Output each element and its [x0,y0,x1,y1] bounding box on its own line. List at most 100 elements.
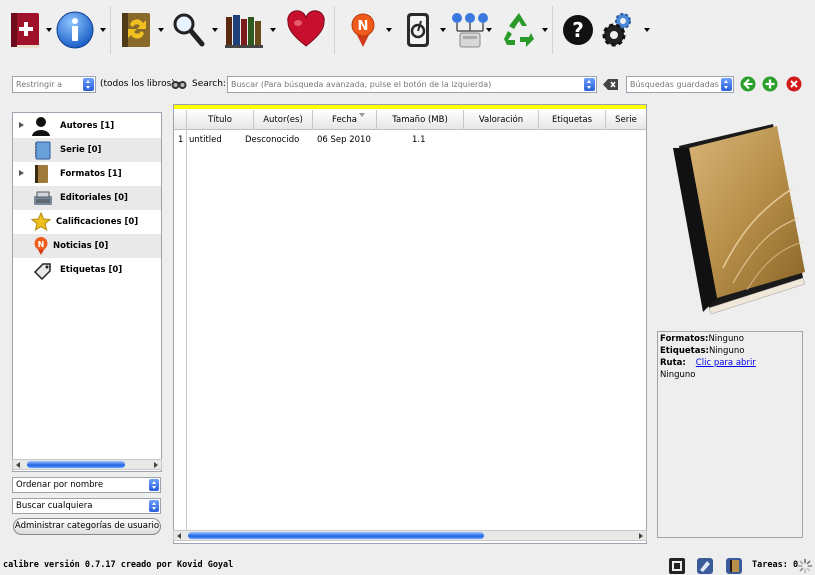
scrollbar-thumb[interactable] [27,461,125,468]
column-header-series[interactable]: Serie [606,110,646,130]
match-mode-select[interactable]: Buscar cualquiera [12,498,161,514]
column-header-tags[interactable]: Etiquetas [539,110,606,130]
sort-indicator-icon [359,113,365,117]
restrict-to-placeholder: Restringir a [16,80,63,89]
fetch-news-button[interactable]: N [341,6,385,54]
book-list: Título Autor(es) Fecha Tamaño (MB) Valor… [173,104,647,544]
help-button[interactable]: ? [556,6,600,54]
column-header-title[interactable]: Título [187,110,254,130]
scrollbar-thumb[interactable] [188,532,484,539]
card-view-button[interactable] [725,557,743,575]
news-icon: N [351,13,375,47]
edit-metadata-menu-arrow[interactable] [100,28,106,32]
tag-category-ratings[interactable]: Calificaciones [0] [13,210,161,234]
add-books-menu-arrow[interactable] [46,28,52,32]
gears-icon [602,13,631,47]
scroll-left-icon[interactable] [16,462,20,468]
manage-user-categories-button[interactable]: Administrar categorías de usuario [13,518,161,535]
tag-category-publishers[interactable]: Editoriales [0] [13,186,161,210]
device-view-button[interactable] [696,557,714,575]
spin-arrows-icon [149,500,159,512]
cell-title[interactable]: untitled [189,132,222,148]
jobs-spinner[interactable] [797,558,813,574]
save-search-button[interactable] [762,76,778,92]
book-cover[interactable] [663,118,809,323]
toolbar-separator [334,6,335,54]
spin-arrows-icon [149,479,159,491]
run-saved-search-button[interactable] [740,76,756,92]
clear-search-button[interactable] [603,78,619,91]
preferences-menu-arrow[interactable] [644,28,650,32]
column-header-date[interactable]: Fecha [313,110,377,130]
star-icon [31,212,51,232]
saved-searches-select[interactable]: Búsquedas guardadas [626,76,734,93]
connect-share-menu-arrow[interactable] [486,28,492,32]
scroll-left-icon[interactable] [177,533,181,539]
main-toolbar: N ? [0,0,815,62]
open-path-link[interactable]: Clic para abrir [696,358,756,368]
cell-size[interactable]: 1.1 [412,132,426,148]
saved-searches-placeholder: Búsquedas guardadas [630,80,719,89]
book-icon [35,165,48,183]
advanced-search-button[interactable] [171,77,187,91]
tag-category-label: Serie [0] [60,145,102,155]
search-input[interactable]: Buscar (Para búsqueda avanzada, pulse el… [227,76,597,93]
column-header-date-label: Fecha [332,115,357,125]
tag-category-tags[interactable]: Etiquetas [0] [13,258,161,282]
series-icon [35,141,51,160]
library-menu-arrow[interactable] [270,28,276,32]
remove-books-menu-arrow[interactable] [542,28,548,32]
delete-search-button[interactable] [786,76,802,92]
tag-category-series[interactable]: Serie [0] [13,138,161,162]
restrict-to-select[interactable]: Restringir a [12,76,96,93]
donate-button[interactable] [284,6,328,54]
scroll-right-icon[interactable] [154,462,158,468]
scroll-right-icon[interactable] [639,533,643,539]
preferences-button[interactable] [598,6,642,54]
help-icon: ? [563,15,593,45]
detail-path: Ruta: Clic para abrir [660,358,800,370]
library-button[interactable] [222,6,266,54]
view-button[interactable] [166,6,210,54]
expand-arrow-icon[interactable] [19,170,24,176]
tag-category-formats[interactable]: Formatos [1] [13,162,161,186]
search-label: Search: [192,79,226,89]
svg-text:N: N [38,240,45,249]
view-menu-arrow[interactable] [212,28,218,32]
jobs-count[interactable]: Tareas: 0 [752,560,798,570]
search-highlight-bar [174,105,646,109]
send-to-device-button[interactable] [396,6,440,54]
library-view-button[interactable] [668,557,686,575]
cell-date[interactable]: 06 Sep 2010 [317,132,371,148]
toolbar-separator [552,6,553,54]
author-icon [32,117,50,136]
cell-authors[interactable]: Desconocido [245,132,299,148]
library-icon [669,558,685,574]
row-number-header [174,110,187,130]
sort-by-select[interactable]: Ordenar por nombre [12,477,161,493]
tag-category-authors[interactable]: Autores [1] [13,114,161,138]
column-header-authors[interactable]: Autor(es) [254,110,313,130]
search-bar: Restringir a (todos los libros) Search: … [0,70,815,100]
expand-arrow-icon[interactable] [19,122,24,128]
column-header-rating[interactable]: Valoración [464,110,539,130]
tag-browser-hscrollbar[interactable] [12,459,162,470]
tag-icon [33,263,51,280]
tag-category-label: Autores [1] [60,121,115,131]
magnifier-icon [173,13,205,47]
svg-text:?: ? [572,18,584,42]
tag-category-label: Noticias [0] [53,241,109,251]
fetch-news-menu-arrow[interactable] [386,28,392,32]
detail-tags-label: Etiquetas: [660,346,709,356]
delete-icon [786,76,802,92]
column-header-size[interactable]: Tamaño (MB) [377,110,464,130]
book-list-hscrollbar[interactable] [173,530,647,541]
remove-books-button[interactable] [497,6,541,54]
reader-device-icon [697,558,713,574]
add-books-button[interactable] [2,6,46,54]
send-to-device-menu-arrow[interactable] [440,28,446,32]
convert-books-button[interactable] [114,6,158,54]
edit-metadata-button[interactable] [53,6,97,54]
convert-books-menu-arrow[interactable] [158,28,164,32]
tag-category-news[interactable]: N Noticias [0] [13,234,161,258]
